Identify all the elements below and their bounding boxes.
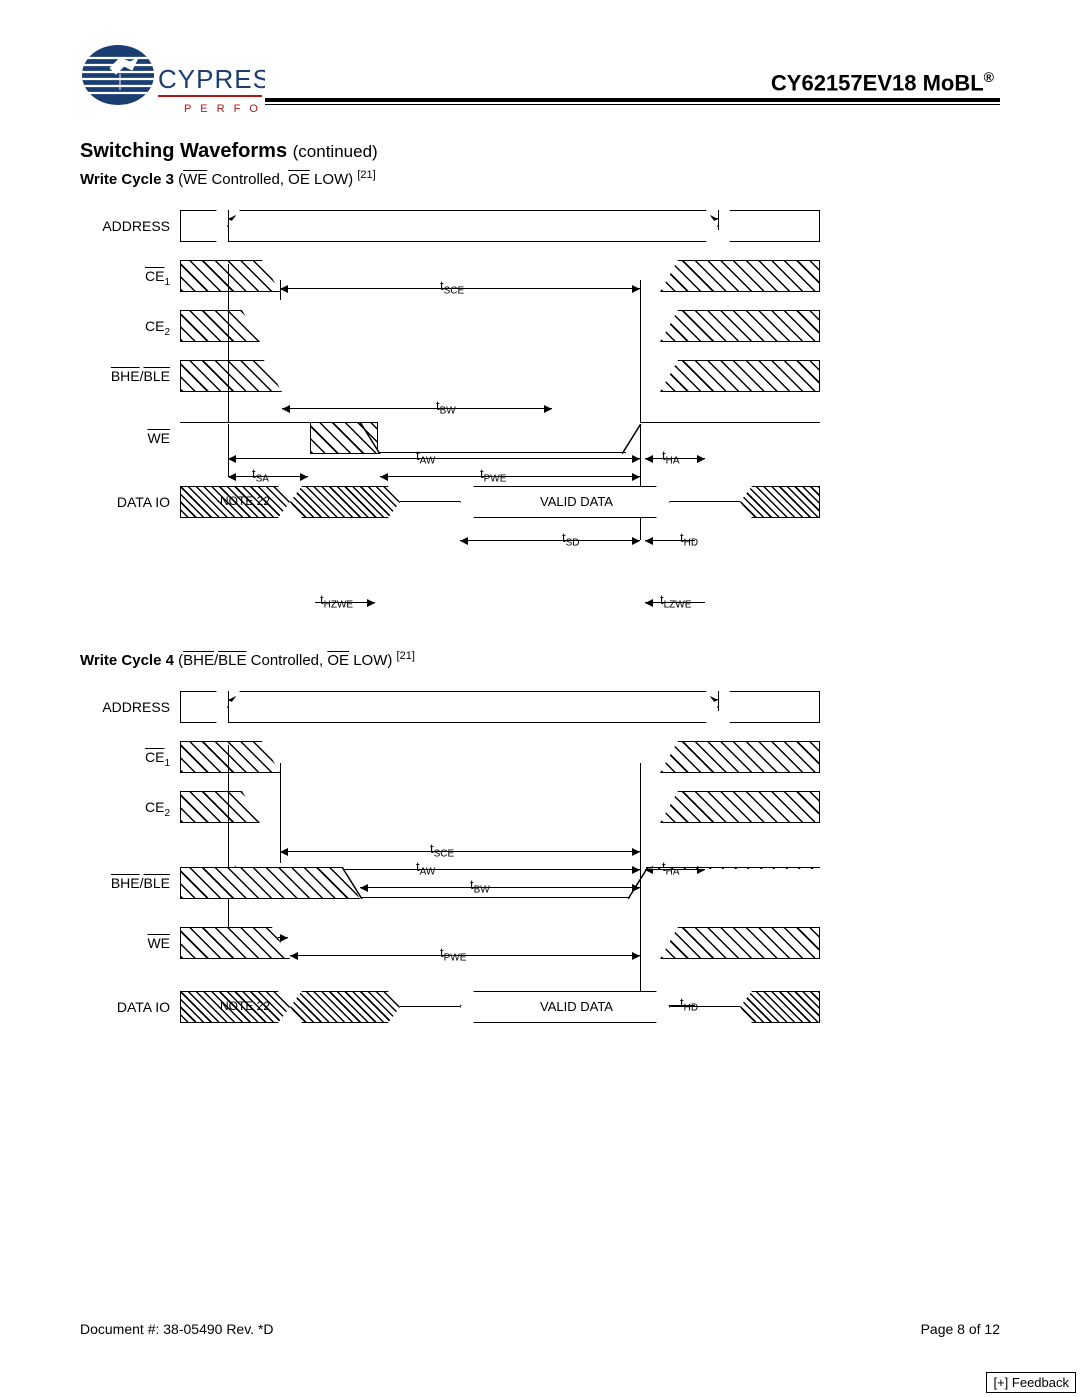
feedback-button[interactable]: [+] Feedback — [986, 1372, 1076, 1393]
timing-diagram-wc3: tWC ADDRESS tSCE CE1 CE2 tBW BHE/BLE tAW… — [180, 210, 920, 630]
we-row: WE — [180, 927, 920, 959]
address-row: ADDRESS — [180, 210, 920, 242]
ce2-row: CE2 — [180, 310, 920, 342]
doc-number: Document #: 38-05490 Rev. *D — [80, 1321, 274, 1337]
timing-diagram-wc4: tWC ADDRESS CE1 CE2 tSCE tAW tHA tBW BHE… — [180, 691, 920, 1071]
page-footer: Document #: 38-05490 Rev. *D Page 8 of 1… — [80, 1321, 1000, 1337]
section-heading: Switching Waveforms (continued) — [80, 140, 1000, 163]
write-cycle-4-title: Write Cycle 4 (BHE/BLE Controlled, OE LO… — [80, 650, 1000, 669]
data-io-row: DATA IO NOTE 22 VALID DATA — [180, 486, 920, 518]
bhe-ble-row: BHE/BLE — [180, 867, 920, 899]
ce1-row: CE1 — [180, 260, 920, 292]
svg-text:CYPRESS: CYPRESS — [158, 64, 265, 94]
bhe-ble-row: BHE/BLE — [180, 360, 920, 392]
ce1-row: CE1 — [180, 741, 920, 773]
address-row: ADDRESS — [180, 691, 920, 723]
svg-text:P E R F O R M: P E R F O R M — [184, 103, 265, 115]
we-row: WE — [180, 422, 920, 454]
product-title: CY62157EV18 MoBL® — [265, 69, 1000, 96]
cypress-logo: CYPRESS P E R F O R M — [80, 40, 265, 120]
write-cycle-3-title: Write Cycle 3 (WE Controlled, OE LOW) [2… — [80, 169, 1000, 188]
data-io-row: DATA IO NOTE 22 VALID DATA — [180, 991, 920, 1023]
page-header: CYPRESS P E R F O R M CY62157EV18 MoBL® — [80, 40, 1000, 120]
datasheet-page: CYPRESS P E R F O R M CY62157EV18 MoBL® … — [0, 0, 1080, 1071]
logo-icon: CYPRESS P E R F O R M — [80, 40, 265, 120]
page-number: Page 8 of 12 — [921, 1321, 1000, 1337]
ce2-row: CE2 — [180, 791, 920, 823]
